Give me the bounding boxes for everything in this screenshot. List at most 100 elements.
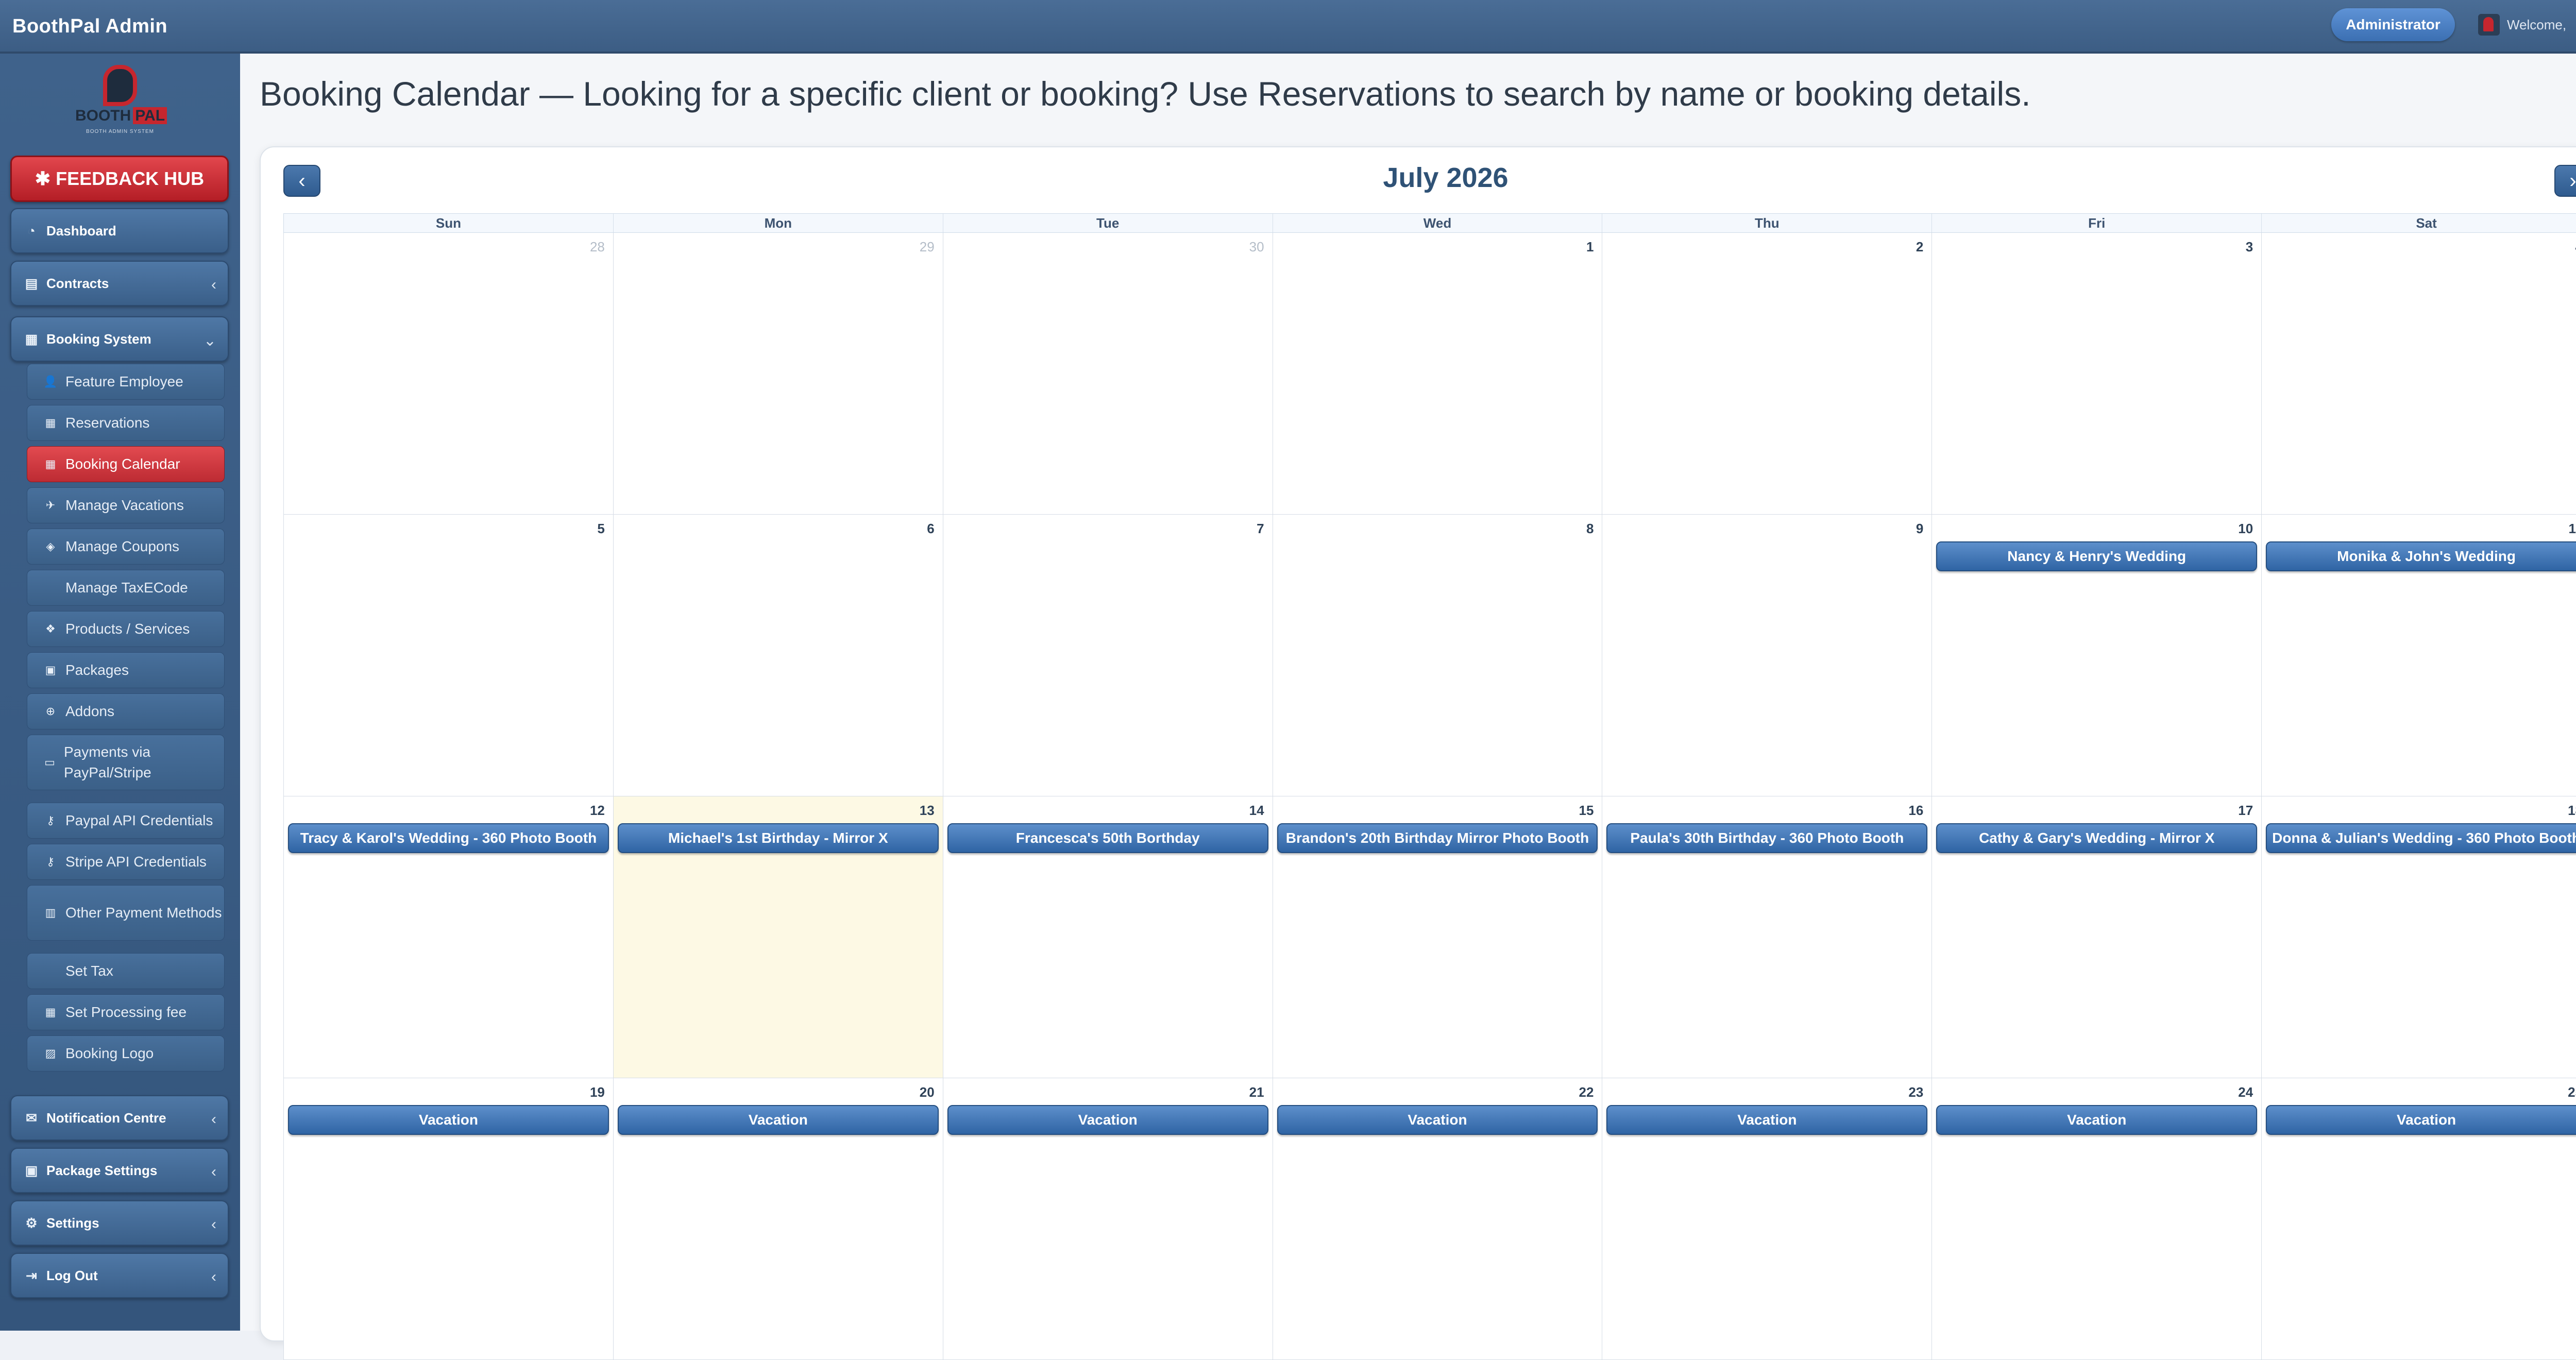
- calendar-day-cell[interactable]: 18 Donna & Julian's Wedding - 360 Photo B…: [2262, 796, 2576, 1078]
- sidebar-item-addons[interactable]: ⊕ Addons: [27, 693, 225, 729]
- calendar-day-cell[interactable]: 14 Francesca's 50th Borthday: [943, 796, 1273, 1078]
- day-number[interactable]: 2: [1916, 239, 1923, 255]
- user-menu[interactable]: Welcome, ⌄: [2478, 13, 2576, 36]
- day-number[interactable]: 11: [2569, 521, 2576, 537]
- calendar-day-cell[interactable]: 21 Vacation: [943, 1078, 1273, 1359]
- vacation-event[interactable]: Vacation: [947, 1105, 1268, 1135]
- vacation-event[interactable]: Vacation: [1606, 1105, 1928, 1135]
- calendar-icon: ▦: [25, 331, 38, 347]
- sidebar-item-paypal-api-credentials[interactable]: ⚷ Paypal API Credentials: [27, 803, 225, 839]
- booking-event[interactable]: Francesca's 50th Borthday: [947, 823, 1268, 853]
- day-number[interactable]: 16: [1908, 803, 1923, 819]
- day-number[interactable]: 7: [1257, 521, 1264, 537]
- day-number[interactable]: 3: [2246, 239, 2253, 255]
- calendar-day-cell[interactable]: 11 Monika & John's Wedding: [2262, 515, 2576, 796]
- sidebar-item-booking-calendar[interactable]: ▦ Booking Calendar: [27, 446, 225, 482]
- sidebar-item-manage-vacations[interactable]: ✈ Manage Vacations: [27, 487, 225, 523]
- booking-event[interactable]: Paula's 30th Birthday - 360 Photo Booth: [1606, 823, 1928, 853]
- booking-event[interactable]: Michael's 1st Birthday - Mirror X: [617, 823, 939, 853]
- day-number[interactable]: 9: [1916, 521, 1923, 537]
- calendar-day-cell[interactable]: 25 Vacation: [2262, 1078, 2576, 1359]
- calendar-day-cell[interactable]: 6: [613, 515, 943, 796]
- day-number[interactable]: 12: [590, 803, 605, 819]
- day-number[interactable]: 21: [1249, 1084, 1264, 1100]
- day-number[interactable]: 30: [1249, 239, 1264, 255]
- calendar-day-cell[interactable]: 23 Vacation: [1602, 1078, 1933, 1359]
- sidebar-item-reservations[interactable]: ▦ Reservations: [27, 405, 225, 441]
- feedback-hub-button[interactable]: ✱ FEEDBACK HUB: [10, 156, 229, 202]
- day-number[interactable]: 10: [2238, 521, 2253, 537]
- day-number[interactable]: 15: [1579, 803, 1594, 819]
- nav-log-out[interactable]: ⇥ Log Out ‹: [10, 1253, 229, 1298]
- vacation-event[interactable]: Vacation: [288, 1105, 609, 1135]
- calendar-day-cell[interactable]: 15 Brandon's 20th Birthday Mirror Photo B…: [1273, 796, 1603, 1078]
- administrator-button[interactable]: Administrator: [2331, 8, 2455, 41]
- calendar-day-cell[interactable]: 24 Vacation: [1932, 1078, 2262, 1359]
- calendar-day-cell[interactable]: 30: [943, 233, 1273, 514]
- calendar-day-cell[interactable]: 8: [1273, 515, 1603, 796]
- calendar-day-cell[interactable]: 16 Paula's 30th Birthday - 360 Photo Boot…: [1602, 796, 1933, 1078]
- day-number[interactable]: 14: [1249, 803, 1264, 819]
- day-number[interactable]: 19: [590, 1084, 605, 1100]
- calendar-day-cell[interactable]: 29: [613, 233, 943, 514]
- booking-event[interactable]: Tracy & Karol's Wedding - 360 Photo Boot…: [288, 823, 609, 853]
- calendar-day-cell[interactable]: 4: [2262, 233, 2576, 514]
- prev-month-button[interactable]: ‹: [283, 165, 320, 197]
- nav-dashboard[interactable]: ◔ Dashboard: [10, 208, 229, 253]
- sidebar-item-booking-logo[interactable]: ▨ Booking Logo: [27, 1035, 225, 1072]
- booking-event[interactable]: Nancy & Henry's Wedding: [1936, 541, 2258, 571]
- sidebar-item-products-services[interactable]: ❖ Products / Services: [27, 611, 225, 647]
- day-number[interactable]: 24: [2238, 1084, 2253, 1100]
- nav-booking-system[interactable]: ▦ Booking System ⌄: [10, 316, 229, 362]
- booking-event[interactable]: Donna & Julian's Wedding - 360 Photo Boo…: [2266, 823, 2576, 853]
- day-number[interactable]: 25: [2568, 1084, 2576, 1100]
- calendar-day-cell[interactable]: 9: [1602, 515, 1933, 796]
- sidebar-item-feature-employee[interactable]: 👤 Feature Employee: [27, 364, 225, 400]
- day-number[interactable]: 23: [1908, 1084, 1923, 1100]
- calendar-day-cell[interactable]: 12 Tracy & Karol's Wedding - 360 Photo Bo…: [284, 796, 614, 1078]
- calendar-day-cell[interactable]: 10 Nancy & Henry's Wedding: [1932, 515, 2262, 796]
- sidebar-item-manage-taxecode[interactable]: Manage TaxECode: [27, 570, 225, 606]
- vacation-event[interactable]: Vacation: [1277, 1105, 1598, 1135]
- nav-notification-centre[interactable]: ✉ Notification Centre ‹: [10, 1095, 229, 1141]
- vacation-event[interactable]: Vacation: [2266, 1105, 2576, 1135]
- day-number[interactable]: 20: [920, 1084, 935, 1100]
- sidebar-item-stripe-api-credentials[interactable]: ⚷ Stripe API Credentials: [27, 844, 225, 880]
- nav-contracts[interactable]: ▤ Contracts ‹: [10, 261, 229, 306]
- calendar-day-cell[interactable]: 5: [284, 515, 614, 796]
- calendar-day-cell[interactable]: 17 Cathy & Gary's Wedding - Mirror X: [1932, 796, 2262, 1078]
- day-number[interactable]: 13: [920, 803, 935, 819]
- calendar-day-cell[interactable]: 2: [1602, 233, 1933, 514]
- sidebar-item-other-payment-methods[interactable]: ▥ Other Payment Methods: [27, 885, 225, 941]
- booking-event[interactable]: Cathy & Gary's Wedding - Mirror X: [1936, 823, 2258, 853]
- day-number[interactable]: 1: [1586, 239, 1594, 255]
- sidebar-item-payments-via-paypal-stripe[interactable]: ▭ Payments via PayPal/Stripe: [27, 735, 225, 790]
- day-number[interactable]: 8: [1586, 521, 1594, 537]
- sidebar-item-packages[interactable]: ▣ Packages: [27, 652, 225, 688]
- vacation-event[interactable]: Vacation: [1936, 1105, 2258, 1135]
- next-month-button[interactable]: ›: [2554, 165, 2576, 197]
- sidebar-item-set-processing-fee[interactable]: ▦ Set Processing fee: [27, 994, 225, 1030]
- calendar-day-cell[interactable]: 22 Vacation: [1273, 1078, 1603, 1359]
- day-number[interactable]: 28: [590, 239, 605, 255]
- day-number[interactable]: 17: [2238, 803, 2253, 819]
- sidebar-item-set-tax[interactable]: Set Tax: [27, 953, 225, 989]
- day-number[interactable]: 6: [927, 521, 934, 537]
- calendar-day-cell[interactable]: 19 Vacation: [284, 1078, 614, 1359]
- calendar-day-today[interactable]: 13 Michael's 1st Birthday - Mirror X: [613, 796, 943, 1078]
- calendar-day-cell[interactable]: 28: [284, 233, 614, 514]
- calendar-day-cell[interactable]: 1: [1273, 233, 1603, 514]
- calendar-day-cell[interactable]: 7: [943, 515, 1273, 796]
- nav-package-settings[interactable]: ▣ Package Settings ‹: [10, 1148, 229, 1193]
- sidebar-item-manage-coupons[interactable]: ◈ Manage Coupons: [27, 529, 225, 565]
- calendar-day-cell[interactable]: 3: [1932, 233, 2262, 514]
- calendar-day-cell[interactable]: 20 Vacation: [613, 1078, 943, 1359]
- day-number[interactable]: 22: [1579, 1084, 1594, 1100]
- day-number[interactable]: 5: [597, 521, 604, 537]
- booking-event[interactable]: Monika & John's Wedding: [2266, 541, 2576, 571]
- vacation-event[interactable]: Vacation: [617, 1105, 939, 1135]
- nav-settings[interactable]: ⚙ Settings ‹: [10, 1200, 229, 1246]
- day-number[interactable]: 29: [920, 239, 935, 255]
- day-number[interactable]: 18: [2568, 803, 2576, 819]
- booking-event[interactable]: Brandon's 20th Birthday Mirror Photo Boo…: [1277, 823, 1598, 853]
